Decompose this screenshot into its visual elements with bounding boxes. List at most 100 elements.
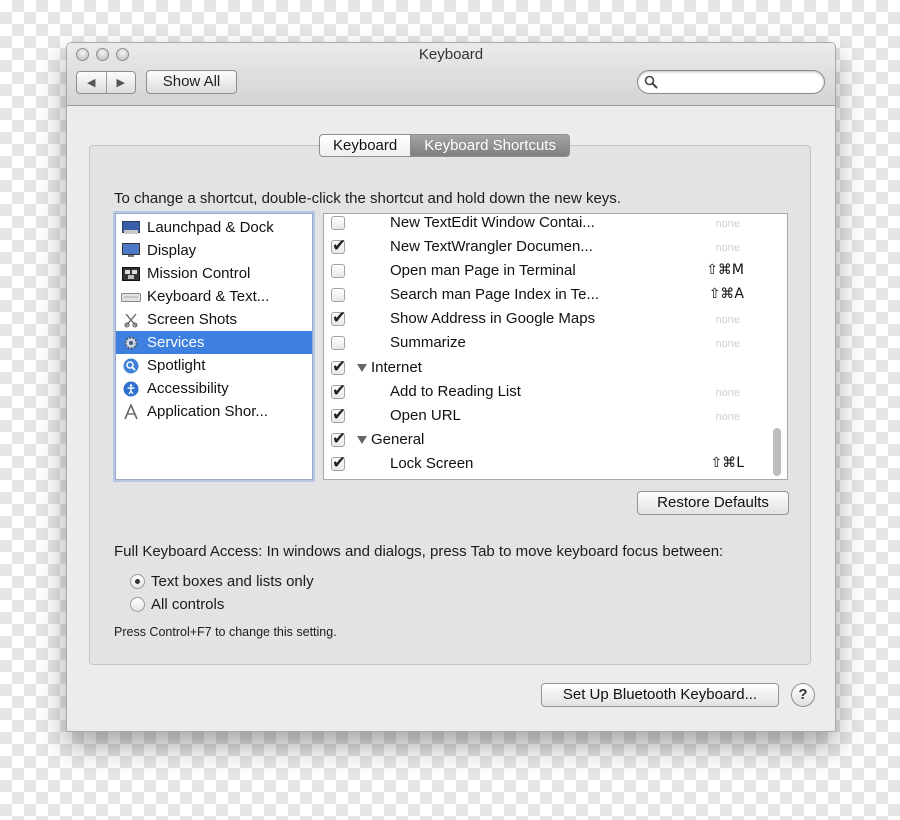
- accessibility-icon: [121, 381, 141, 397]
- group-label: Internet: [371, 359, 422, 376]
- category-list[interactable]: Launchpad & Dock Display Mission Control…: [115, 213, 313, 480]
- shortcut-keys[interactable]: ⇧⌘A: [709, 286, 744, 302]
- shortcut-keys-none[interactable]: none: [716, 314, 740, 326]
- category-item-mission-control[interactable]: Mission Control: [116, 262, 312, 285]
- radio-label: Text boxes and lists only: [151, 572, 314, 590]
- shortcut-row[interactable]: Open man Page in Terminal ⇧⌘M: [324, 260, 774, 284]
- scrollbar-thumb[interactable]: [773, 428, 781, 476]
- shortcut-keys-none[interactable]: none: [716, 411, 740, 423]
- shortcut-group-row[interactable]: General: [324, 429, 774, 453]
- category-label: Application Shor...: [147, 403, 268, 420]
- category-item-services[interactable]: Services: [116, 331, 312, 354]
- tab-bar: Keyboard Keyboard Shortcuts: [319, 134, 570, 157]
- title-bar: Keyboard ◀ ▶ Show All: [67, 43, 835, 106]
- search-input[interactable]: [662, 73, 816, 93]
- control-f7-hint: Press Control+F7 to change this setting.: [114, 625, 337, 639]
- shortcut-keys-none[interactable]: none: [716, 387, 740, 399]
- help-button[interactable]: ?: [791, 683, 815, 707]
- show-all-button[interactable]: Show All: [146, 70, 237, 94]
- shortcut-checkbox[interactable]: [331, 236, 346, 256]
- mission-control-icon: [121, 266, 141, 282]
- tab-keyboard-shortcuts[interactable]: Keyboard Shortcuts: [411, 134, 570, 157]
- category-item-screen-shots[interactable]: Screen Shots: [116, 308, 312, 331]
- screenshot-icon: [121, 312, 141, 328]
- keyboard-icon: [121, 289, 141, 305]
- shortcut-label: Summarize: [390, 334, 466, 351]
- shortcut-checkbox[interactable]: [331, 357, 346, 377]
- category-item-application-shortcuts[interactable]: Application Shor...: [116, 400, 312, 423]
- shortcut-checkbox[interactable]: [331, 336, 345, 350]
- radio-all-controls[interactable]: All controls: [130, 594, 224, 614]
- shortcut-label: Lock Screen: [390, 455, 474, 472]
- disclosure-triangle-icon[interactable]: [357, 364, 367, 372]
- shortcut-list[interactable]: New TextEdit Window Contai... none New T…: [323, 213, 788, 480]
- gear-icon: [121, 335, 141, 351]
- launchpad-dock-icon: [121, 220, 141, 236]
- disclosure-triangle-icon[interactable]: [357, 436, 367, 444]
- shortcut-label: New TextEdit Window Contai...: [390, 214, 595, 231]
- category-item-keyboard-text[interactable]: Keyboard & Text...: [116, 285, 312, 308]
- shortcut-keys-none[interactable]: none: [716, 338, 740, 350]
- category-label: Launchpad & Dock: [147, 219, 274, 236]
- category-label: Screen Shots: [147, 311, 238, 328]
- category-label: Services: [147, 334, 205, 351]
- shortcut-checkbox[interactable]: [331, 288, 345, 302]
- search-field[interactable]: [637, 70, 825, 94]
- back-button[interactable]: ◀: [77, 72, 106, 93]
- shortcut-label: Add to Reading List: [390, 383, 521, 400]
- shortcut-keys-none[interactable]: none: [716, 218, 740, 230]
- group-label: General: [371, 431, 425, 448]
- shortcut-checkbox[interactable]: [331, 381, 346, 401]
- window-title: Keyboard: [418, 46, 484, 63]
- shortcut-label: Open URL: [390, 407, 461, 424]
- set-up-bluetooth-keyboard-button[interactable]: Set Up Bluetooth Keyboard...: [541, 683, 779, 707]
- shortcut-label: Show Address in Google Maps: [390, 310, 596, 327]
- shortcut-row[interactable]: Open URL none: [324, 405, 774, 429]
- back-forward-control: ◀ ▶: [76, 71, 136, 94]
- shortcut-keys[interactable]: ⇧⌘M: [706, 262, 744, 278]
- instruction-text: To change a shortcut, double-click the s…: [114, 190, 621, 207]
- shortcut-label: Search man Page Index in Te...: [390, 286, 600, 303]
- right-arrow-icon: ▶: [116, 77, 125, 89]
- radio-button[interactable]: [130, 596, 145, 612]
- shortcut-row[interactable]: Search man Page Index in Te... ⇧⌘A: [324, 284, 774, 308]
- shortcut-row[interactable]: New TextEdit Window Contai... none: [324, 214, 774, 236]
- shortcut-checkbox[interactable]: [331, 405, 346, 425]
- shortcut-checkbox[interactable]: [331, 429, 346, 449]
- shortcut-keys[interactable]: ⇧⌘L: [710, 455, 744, 471]
- shortcut-label: New TextWrangler Documen...: [390, 238, 593, 255]
- category-item-display[interactable]: Display: [116, 239, 312, 262]
- shortcut-checkbox[interactable]: [331, 216, 345, 230]
- full-keyboard-access-label: Full Keyboard Access: In windows and dia…: [114, 543, 724, 560]
- shortcut-checkbox[interactable]: [331, 453, 346, 473]
- spotlight-icon: [121, 358, 141, 374]
- category-label: Spotlight: [147, 357, 206, 374]
- category-item-launchpad-dock[interactable]: Launchpad & Dock: [116, 216, 312, 239]
- shortcut-row[interactable]: Summarize none: [324, 332, 774, 356]
- shortcut-group-row[interactable]: Internet: [324, 357, 774, 381]
- restore-defaults-button[interactable]: Restore Defaults: [637, 491, 789, 515]
- tab-keyboard[interactable]: Keyboard: [319, 134, 412, 157]
- category-label: Keyboard & Text...: [147, 288, 270, 305]
- shortcut-checkbox[interactable]: [331, 264, 345, 278]
- search-icon: [644, 75, 658, 89]
- radio-text-boxes-lists[interactable]: Text boxes and lists only: [130, 571, 314, 591]
- shortcut-row[interactable]: Add to Reading List none: [324, 381, 774, 405]
- display-icon: [121, 243, 141, 259]
- shortcut-label: Open man Page in Terminal: [390, 262, 576, 279]
- category-label: Accessibility: [147, 380, 229, 397]
- shortcut-checkbox[interactable]: [331, 308, 346, 328]
- shortcut-row[interactable]: Lock Screen ⇧⌘L: [324, 453, 774, 477]
- shortcut-row[interactable]: New TextWrangler Documen... none: [324, 236, 774, 260]
- category-label: Display: [147, 242, 197, 259]
- category-item-spotlight[interactable]: Spotlight: [116, 354, 312, 377]
- category-label: Mission Control: [147, 265, 251, 282]
- category-item-accessibility[interactable]: Accessibility: [116, 377, 312, 400]
- shortcut-row[interactable]: Show Address in Google Maps none: [324, 308, 774, 332]
- keyboard-preferences-window: Keyboard ◀ ▶ Show All Keyboard Keyboard …: [66, 42, 836, 732]
- shortcut-keys-none[interactable]: none: [716, 242, 740, 254]
- radio-button[interactable]: [130, 573, 145, 589]
- left-arrow-icon: ◀: [87, 77, 96, 89]
- radio-label: All controls: [151, 595, 225, 613]
- forward-button[interactable]: ▶: [105, 72, 136, 93]
